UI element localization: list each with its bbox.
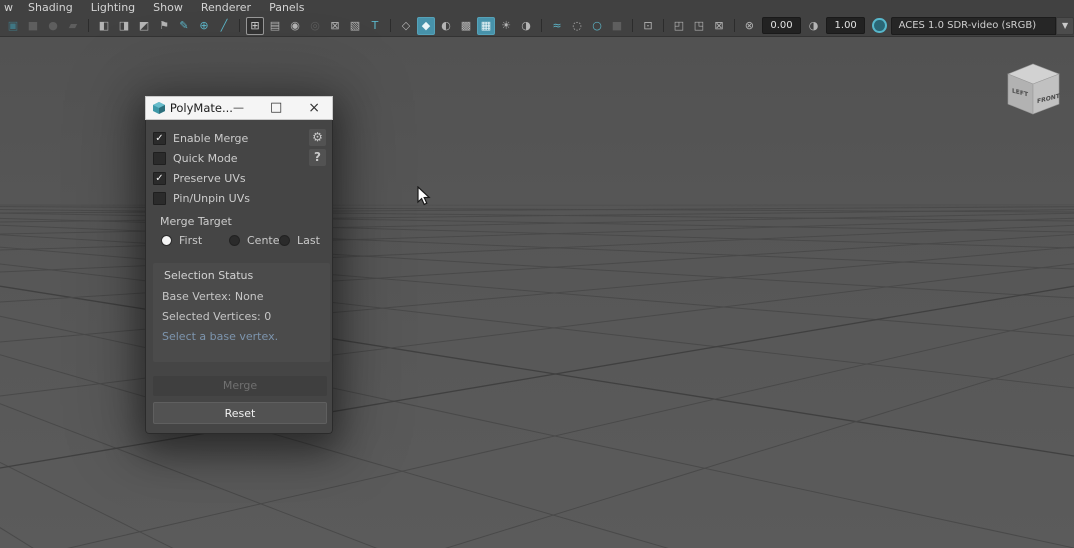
menu-item-lighting[interactable]: Lighting	[82, 0, 144, 15]
snapshot-icon[interactable]: ●	[44, 17, 62, 35]
checkbox-row-enable-merge[interactable]: ✓ Enable Merge	[153, 130, 248, 146]
unselected-radio-icon[interactable]	[279, 235, 290, 246]
checked-checkbox-icon[interactable]: ✓	[153, 172, 166, 185]
selected-vertices-status: Selected Vertices: 0	[162, 310, 321, 323]
wireframe-on-shaded-icon[interactable]: ▦	[477, 17, 495, 35]
exposure-field[interactable]: 0.00	[762, 17, 801, 34]
help-button[interactable]: ?	[309, 149, 326, 166]
lights-icon[interactable]: ☀	[497, 17, 515, 35]
reset-button[interactable]: Reset	[153, 402, 327, 424]
gamma-icon[interactable]: ◑	[805, 17, 822, 35]
grid-icon[interactable]: ⊞	[246, 17, 264, 35]
pan-zoom-icon[interactable]: ⊕	[195, 17, 213, 35]
settings-button[interactable]: ⚙	[309, 129, 326, 146]
close-icon[interactable]: ×	[308, 96, 320, 120]
shadows-icon[interactable]: ◑	[517, 17, 535, 35]
status-hint: Select a base vertex.	[162, 330, 321, 343]
polymate-app-icon	[152, 101, 165, 115]
camera-attributes-icon[interactable]: ◩	[135, 17, 153, 35]
isolate-select-icon[interactable]: ⊡	[639, 17, 657, 35]
dialog-body: ✓ Enable Merge Quick Mode ✓ Preserve UVs Pin/…	[145, 120, 333, 434]
checkbox-label: Pin/Unpin UVs	[173, 192, 250, 205]
help-icon: ?	[314, 150, 321, 164]
selection-status-panel: Selection Status Base Vertex: None Selec…	[153, 263, 330, 362]
checked-checkbox-icon[interactable]: ✓	[153, 132, 166, 145]
view-cube[interactable]: LEFT FRONT	[1002, 57, 1066, 121]
marquee-select-icon[interactable]: ▣	[4, 17, 22, 35]
checkbox-row-quick-mode[interactable]: Quick Mode	[153, 150, 238, 166]
panel-top-bar: wShadingLightingShowRendererPanels ▣■●▰◧…	[0, 0, 1074, 37]
safe-action-icon[interactable]: ▧	[346, 17, 364, 35]
motion-blur-icon[interactable]: ◌	[568, 17, 586, 35]
color-space-dropdown-arrow-icon[interactable]: ▼	[1056, 17, 1074, 35]
textured-icon[interactable]: ▩	[457, 17, 475, 35]
camera-icon[interactable]: ◧	[95, 17, 113, 35]
color-space-select[interactable]: ACES 1.0 SDR-video (sRGB)	[891, 17, 1057, 35]
toolbar-separator	[663, 19, 664, 32]
toolbar-separator	[632, 19, 633, 32]
xray-icon[interactable]: ⊠	[710, 17, 728, 35]
dialog-titlebar[interactable]: PolyMate... — □ ×	[145, 96, 333, 120]
plane-icon[interactable]: ▰	[64, 17, 82, 35]
radio-label: Last	[297, 234, 320, 247]
panel-menu-bar: wShadingLightingShowRendererPanels	[0, 0, 1074, 15]
field-chart-icon[interactable]: ⊠	[326, 17, 344, 35]
gamma-field[interactable]: 1.00	[826, 17, 865, 34]
bookmark-icon[interactable]: ⚑	[155, 17, 173, 35]
radio-last[interactable]: Last	[279, 234, 320, 246]
menu-item-show[interactable]: Show	[144, 0, 192, 15]
occlusion-icon[interactable]: ≈	[548, 17, 566, 35]
checkbox-label: Quick Mode	[173, 152, 238, 165]
checkbox-row-preserve-uvs[interactable]: ✓ Preserve UVs	[153, 170, 246, 186]
checkbox-label: Preserve UVs	[173, 172, 246, 185]
selection-status-header: Selection Status	[164, 269, 321, 282]
checkbox-row-pin-unpin-uvs[interactable]: Pin/Unpin UVs	[153, 190, 250, 206]
color-management-toggle-icon[interactable]	[872, 18, 886, 33]
panel-toolbar: ▣■●▰◧◨◩⚑✎⊕╱⊞▤◉◎⊠▧T◇◆◐▩▦☀◑≈◌○■⊡◰◳⊠ ⊗ 0.00…	[0, 15, 1074, 36]
menu-item-shading[interactable]: Shading	[19, 0, 82, 15]
render-options-icon[interactable]: ■	[608, 17, 626, 35]
copy-buffer-icon[interactable]: ◰	[670, 17, 688, 35]
mouse-cursor-icon	[416, 186, 434, 210]
toolbar-separator	[88, 19, 89, 32]
shaded-icon[interactable]: ◆	[417, 17, 435, 35]
radio-first[interactable]: First	[161, 234, 202, 246]
unchecked-checkbox-icon[interactable]	[153, 192, 166, 205]
dialog-title: PolyMate...	[170, 101, 233, 115]
wireframe-icon[interactable]: ◇	[397, 17, 415, 35]
minimize-icon[interactable]: —	[233, 96, 244, 120]
menu-item-panels[interactable]: Panels	[260, 0, 313, 15]
radio-label: First	[179, 234, 202, 247]
radio-center[interactable]: Center	[229, 234, 284, 246]
safe-title-icon[interactable]: T	[366, 17, 384, 35]
anti-alias-icon[interactable]: ○	[588, 17, 606, 35]
menu-item-w[interactable]: w	[2, 0, 19, 15]
gear-icon: ⚙	[312, 130, 323, 144]
render-region-icon[interactable]: ■	[24, 17, 42, 35]
exposure-icon[interactable]: ⊗	[741, 17, 758, 35]
checkbox-label: Enable Merge	[173, 132, 248, 145]
toolbar-separator	[734, 19, 735, 32]
flat-shade-icon[interactable]: ◐	[437, 17, 455, 35]
paste-buffer-icon[interactable]: ◳	[690, 17, 708, 35]
unselected-radio-icon[interactable]	[229, 235, 240, 246]
merge-button[interactable]: Merge	[153, 376, 327, 396]
toolbar-separator	[541, 19, 542, 32]
base-vertex-status: Base Vertex: None	[162, 290, 321, 303]
image-plane-icon[interactable]: ✎	[175, 17, 193, 35]
grease-pencil-icon[interactable]: ╱	[215, 17, 233, 35]
maximize-icon[interactable]: □	[270, 96, 282, 120]
selected-radio-icon[interactable]	[161, 235, 172, 246]
resolution-gate-icon[interactable]: ◉	[286, 17, 304, 35]
maya-viewport-window: wShadingLightingShowRendererPanels ▣■●▰◧…	[0, 0, 1074, 548]
camera-lock-icon[interactable]: ◨	[115, 17, 133, 35]
merge-target-label: Merge Target	[160, 215, 232, 228]
gate-mask-icon[interactable]: ◎	[306, 17, 324, 35]
film-gate-icon[interactable]: ▤	[266, 17, 284, 35]
toolbar-separator	[239, 19, 240, 32]
unchecked-checkbox-icon[interactable]	[153, 152, 166, 165]
polymate-dialog: PolyMate... — □ × ✓ Enable Merge Quick Mod…	[145, 96, 333, 434]
toolbar-separator	[390, 19, 391, 32]
menu-item-renderer[interactable]: Renderer	[192, 0, 260, 15]
